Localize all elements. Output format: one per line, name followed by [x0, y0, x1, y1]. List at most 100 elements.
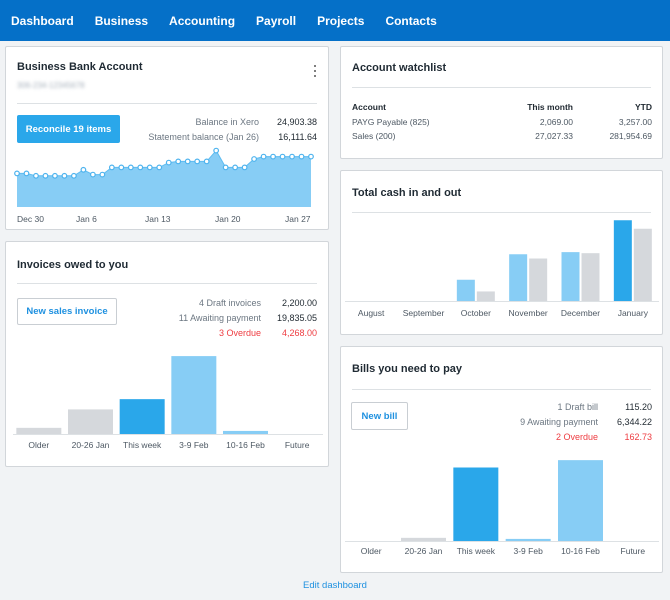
account-name[interactable]: Sales (200) [352, 131, 395, 141]
nav-business[interactable]: Business [95, 14, 148, 28]
cash-card-title[interactable]: Total cash in and out [352, 187, 461, 199]
overdue-invoices-label[interactable]: 3 Overdue [219, 328, 261, 338]
cash-bar-chart [345, 220, 659, 302]
bar [119, 399, 165, 434]
statement-label: Statement balance (Jan 26) [148, 132, 259, 142]
bills-card: Bills you need to pay New bill 1 Draft b… [340, 346, 663, 573]
bills-bar-chart [345, 460, 659, 542]
overdue-invoices-value: 4,268.00 [281, 328, 317, 338]
col-account: Account [352, 102, 386, 112]
cash-in-bar [561, 252, 580, 301]
nav-projects[interactable]: Projects [317, 14, 364, 28]
balance-area [17, 150, 311, 207]
awaiting-bills-label[interactable]: 9 Awaiting payment [520, 417, 598, 427]
bar [558, 460, 603, 541]
draft-bills-value: 115.20 [625, 402, 652, 412]
bar [68, 409, 113, 434]
balance-point [194, 158, 201, 165]
nav-contacts[interactable]: Contacts [385, 14, 436, 28]
new-bill-button[interactable]: New bill [351, 402, 408, 430]
x-tick-label: This week [456, 546, 495, 556]
balance-point [251, 156, 257, 162]
x-tick: Jan 6 [76, 214, 97, 224]
balance-point [33, 172, 39, 179]
edit-dashboard-link[interactable]: Edit dashboard [0, 580, 670, 591]
balance-point [270, 153, 276, 160]
balance-point [165, 159, 172, 166]
col-ytd: YTD [635, 102, 652, 112]
x-tick: Jan 20 [215, 214, 241, 224]
balance-value: 24,903.38 [276, 117, 317, 127]
x-tick: Jan 13 [145, 214, 171, 224]
nav-payroll[interactable]: Payroll [256, 14, 296, 28]
x-tick-label: November [508, 308, 548, 318]
bills-card-title[interactable]: Bills you need to pay [352, 363, 462, 375]
balance-point [203, 158, 210, 165]
bank-card-title[interactable]: Business Bank Account [17, 61, 143, 73]
draft-invoices-label[interactable]: 4 Draft invoices [199, 298, 261, 308]
balance-point [118, 164, 125, 171]
awaiting-bills-value: 6,344.22 [616, 417, 652, 427]
x-tick-label: Future [284, 440, 310, 450]
cash-in-bar [509, 254, 528, 301]
x-tick-label: Older [360, 546, 382, 556]
balance-point [241, 164, 248, 171]
bar [505, 538, 551, 541]
col-this-month: This month [527, 102, 573, 112]
balance-point [127, 164, 134, 171]
x-tick-label: December [560, 308, 601, 318]
nav-dashboard[interactable]: Dashboard [11, 14, 74, 28]
x-tick-label: 3-9 Feb [513, 546, 543, 556]
balance-point [42, 172, 49, 179]
bar [453, 467, 499, 541]
watchlist-title[interactable]: Account watchlist [352, 62, 446, 74]
balance-point [308, 153, 314, 160]
account-month: 2,069.00 [539, 117, 573, 127]
reconcile-button[interactable]: Reconcile 19 items [17, 115, 120, 143]
cash-in-bar [456, 279, 475, 301]
bar [171, 356, 217, 434]
x-tick-label: September [402, 308, 445, 318]
kebab-menu-icon[interactable] [312, 65, 318, 77]
balance-label: Balance in Xero [195, 117, 259, 127]
balance-point [89, 171, 96, 178]
bank-balance-chart [14, 147, 314, 207]
balance-point [298, 153, 305, 160]
balance-point [146, 164, 153, 171]
balance-point [222, 164, 229, 171]
balance-point [23, 170, 30, 177]
divider [352, 87, 651, 88]
nav-accounting[interactable]: Accounting [169, 14, 235, 28]
new-sales-invoice-button[interactable]: New sales invoice [17, 298, 117, 325]
cash-out-bar [633, 228, 652, 301]
divider [17, 103, 317, 104]
bar [401, 537, 446, 541]
x-tick-label: October [460, 308, 491, 318]
balance-point [156, 164, 163, 171]
account-watchlist-card: Account watchlist Account This month YTD… [340, 46, 663, 159]
account-month: 27,027.33 [535, 131, 573, 141]
balance-point [99, 171, 106, 178]
account-name[interactable]: PAYG Payable (825) [352, 117, 430, 127]
balance-point [80, 166, 87, 173]
account-ytd: 281,954.69 [609, 131, 652, 141]
awaiting-invoices-label[interactable]: 11 Awaiting payment [179, 313, 261, 323]
x-tick-label: 20-26 Jan [404, 546, 443, 556]
bar [223, 430, 268, 434]
awaiting-invoices-value: 19,835.05 [276, 313, 317, 323]
divider [352, 212, 651, 213]
divider [352, 389, 651, 390]
x-tick: Jan 27 [285, 214, 311, 224]
overdue-bills-label[interactable]: 2 Overdue [556, 432, 598, 442]
balance-point [137, 164, 144, 171]
balance-point [279, 153, 286, 160]
invoices-card-title[interactable]: Invoices owed to you [17, 259, 128, 271]
draft-bills-label[interactable]: 1 Draft bill [557, 402, 598, 412]
cash-in-bar [613, 220, 632, 301]
statement-value: 16,111.64 [278, 132, 317, 142]
invoices-bar-chart [13, 356, 323, 435]
cash-in-out-card: Total cash in and out August September Oct… [340, 170, 663, 335]
bar [16, 427, 62, 434]
balance-point [232, 164, 239, 171]
balance-point [260, 153, 267, 160]
